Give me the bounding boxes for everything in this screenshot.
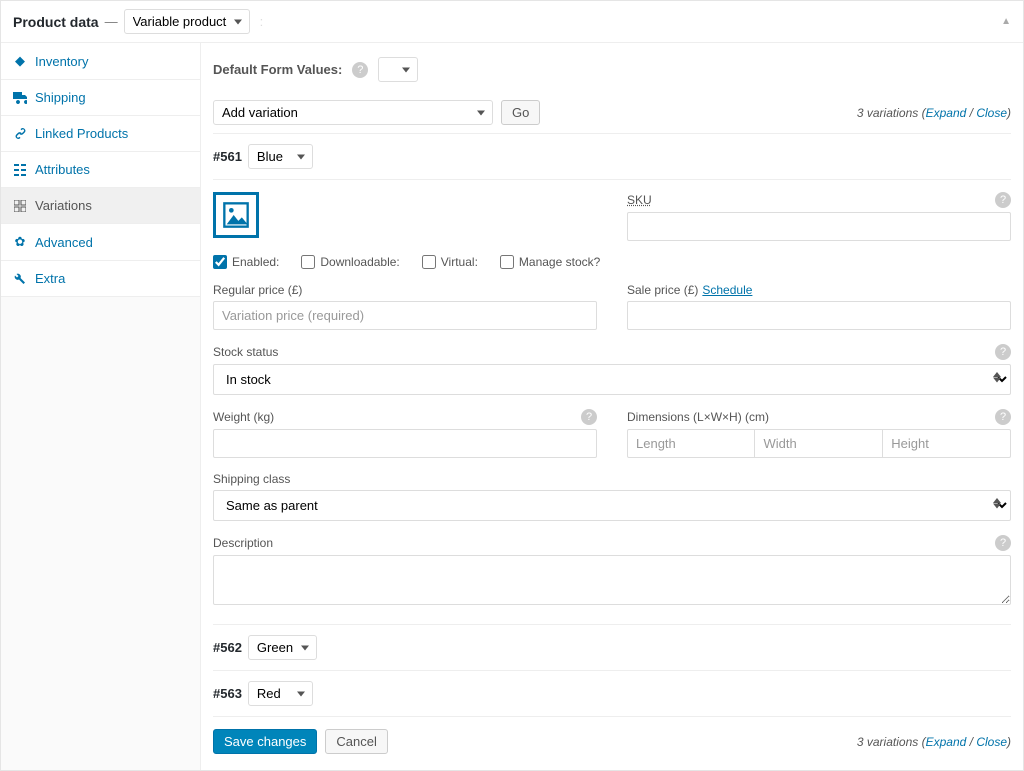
description-textarea[interactable] [213,555,1011,605]
panel-header: Product data — Variable product : ▲ [1,1,1023,43]
tab-label: Variations [35,198,92,213]
enabled-checkbox-label[interactable]: Enabled: [213,255,279,269]
panel-title: Product data [13,14,99,30]
variation-attribute-select[interactable]: Blue [248,144,313,169]
variation-count-text: 3 variations (Expand / Close) [857,106,1011,120]
tab-shipping[interactable]: Shipping [1,80,200,116]
panel-collapse-toggle[interactable]: ▲ [1001,16,1011,27]
tab-label: Attributes [35,162,90,177]
variation-id: #561 [213,149,242,164]
save-changes-button[interactable]: Save changes [213,729,317,754]
cancel-button[interactable]: Cancel [325,729,387,754]
length-input[interactable] [627,429,755,458]
variation-attribute-select[interactable]: Green [248,635,317,660]
divider: : [256,14,268,29]
width-input[interactable] [755,429,883,458]
regular-price-label: Regular price (£) [213,283,302,297]
shipping-class-select[interactable]: Same as parent [213,490,1011,521]
stock-status-label: Stock status [213,345,278,359]
regular-price-input[interactable] [213,301,597,330]
virtual-checkbox-label[interactable]: Virtual: [422,255,478,269]
help-icon[interactable]: ? [995,409,1011,425]
wrench-icon [13,273,27,285]
tab-label: Advanced [35,235,93,250]
inventory-icon: ◆ [13,53,27,69]
variation-header[interactable]: #563 Red [213,671,1011,717]
tab-attributes[interactable]: Attributes [1,152,200,188]
description-label: Description [213,536,273,550]
dimensions-label: Dimensions (L×W×H) (cm) [627,410,769,424]
tab-label: Linked Products [35,126,128,141]
help-icon[interactable]: ? [995,535,1011,551]
tab-label: Inventory [35,54,88,69]
sku-label: SKU [627,193,652,207]
enabled-checkbox[interactable] [213,255,227,269]
close-link[interactable]: Close [976,106,1007,120]
shipping-icon [13,92,27,104]
expand-link[interactable]: Expand [926,106,967,120]
variation-header[interactable]: #562 Green [213,625,1011,671]
variation-image-placeholder[interactable] [213,192,259,238]
variation-id: #563 [213,686,242,701]
tab-label: Shipping [35,90,86,105]
variations-icon [13,200,27,212]
variation-attribute-select[interactable]: Red [248,681,313,706]
help-icon[interactable]: ? [995,344,1011,360]
shipping-class-label: Shipping class [213,472,290,486]
stock-status-select[interactable]: In stock [213,364,1011,395]
sale-price-input[interactable] [627,301,1011,330]
product-type-select[interactable]: Variable product [124,9,250,34]
tab-label: Extra [35,271,65,286]
default-form-values-label: Default Form Values: [213,62,342,77]
schedule-link[interactable]: Schedule [702,283,752,297]
add-variation-select[interactable]: Add variation [213,100,493,125]
gear-icon: ✿ [13,234,27,250]
tab-extra[interactable]: Extra [1,261,200,297]
manage-stock-checkbox-label[interactable]: Manage stock? [500,255,600,269]
close-link[interactable]: Close [976,735,1007,749]
tab-linked-products[interactable]: Linked Products [1,116,200,152]
expand-link[interactable]: Expand [926,735,967,749]
virtual-checkbox[interactable] [422,255,436,269]
go-button[interactable]: Go [501,100,540,125]
tab-advanced[interactable]: ✿ Advanced [1,224,200,261]
attributes-icon [13,164,27,176]
help-icon[interactable]: ? [581,409,597,425]
weight-input[interactable] [213,429,597,458]
title-dash: — [105,14,118,29]
variation-header[interactable]: #561 Blue [213,134,1011,180]
default-form-value-select[interactable] [378,57,418,82]
help-icon[interactable]: ? [352,62,368,78]
downloadable-checkbox[interactable] [301,255,315,269]
sale-price-label: Sale price (£) [627,283,698,297]
tab-inventory[interactable]: ◆ Inventory [1,43,200,80]
manage-stock-checkbox[interactable] [500,255,514,269]
link-icon [13,127,27,140]
help-icon[interactable]: ? [995,192,1011,208]
variation-count-text-bottom: 3 variations (Expand / Close) [857,735,1011,749]
downloadable-checkbox-label[interactable]: Downloadable: [301,255,399,269]
variation-id: #562 [213,640,242,655]
tab-variations[interactable]: Variations [1,188,200,224]
weight-label: Weight (kg) [213,410,274,424]
sku-input[interactable] [627,212,1011,241]
height-input[interactable] [883,429,1011,458]
